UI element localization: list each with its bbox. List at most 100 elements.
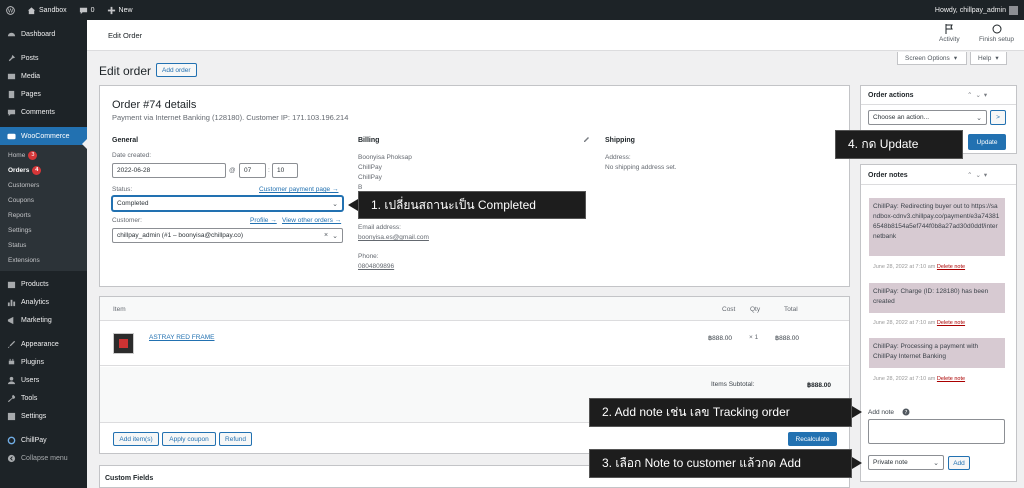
new-content-link[interactable]: New [101,0,139,20]
screen-options-button[interactable]: Screen Options ▾ [897,52,967,65]
divider [861,104,1016,105]
no-shipping-text: No shipping address set. [605,164,677,171]
date-created-input[interactable]: 2022-06-28 [112,163,226,178]
phone-link[interactable]: 0804809896 [358,262,394,272]
product-thumbnail [113,333,134,354]
submenu-settings[interactable]: Settings [0,223,87,238]
menu-media[interactable]: Media [0,67,87,85]
menu-posts[interactable]: Posts [0,49,87,67]
menu-comments[interactable]: Comments [0,103,87,121]
woocommerce-icon [7,133,16,139]
general-heading: General [112,137,139,144]
archive-icon [7,281,16,288]
menu-appearance[interactable]: Appearance [0,335,87,353]
menu-media-label: Media [21,72,41,80]
delete-note-link[interactable]: Delete note [937,376,965,382]
site-name-link[interactable]: Sandbox [21,0,73,20]
finish-setup-button[interactable]: Finish setup [979,24,1014,43]
menu-products-label: Products [21,280,49,288]
billing-name: Boonyisa Phoksap [358,154,412,161]
email-link[interactable]: boonyisa.es@gmail.com [358,233,429,243]
collapse-menu-button[interactable]: Collapse menu [0,449,87,467]
activity-label: Activity [939,36,960,43]
order-note: ChillPay: Processing a payment with Chil… [869,338,1005,368]
menu-users-label: Users [21,376,40,384]
submenu-orders[interactable]: Orders 4 [0,163,87,178]
menu-tools[interactable]: Tools [0,389,87,407]
submenu-reports[interactable]: Reports [0,208,87,223]
qty-column-header: Qty [750,306,761,313]
menu-woocommerce[interactable]: WooCommerce [0,127,87,145]
panel-toggle-icons[interactable]: ⌃⌄▾ [967,91,990,99]
view-other-orders-link[interactable]: View other orders → [282,217,341,224]
help-tip-icon[interactable]: ? [902,408,910,416]
submenu-home[interactable]: Home 3 [0,148,87,163]
profile-link[interactable]: Profile → [250,217,277,224]
items-subtotal-value: ฿888.00 [807,382,832,389]
delete-note-link[interactable]: Delete note [937,320,965,326]
flag-icon [945,24,953,34]
add-order-button[interactable]: Add order [156,63,197,77]
help-button[interactable]: Help ▾ [970,52,1007,65]
add-note-textarea[interactable] [868,419,1005,444]
comment-bubble-icon [79,7,87,14]
clear-x-icon[interactable]: × [324,232,328,239]
menu-settings[interactable]: Settings [0,407,87,425]
add-note-button[interactable]: Add [948,456,970,470]
dashboard-icon [7,32,16,36]
menu-plugins[interactable]: Plugins [0,353,87,371]
wp-logo-button[interactable]: W [0,0,21,20]
paintbrush-icon [7,340,16,348]
comments-link[interactable]: 0 [73,0,101,20]
woocommerce-header: Edit Order Activity Finish setup [87,20,1024,51]
hour-input[interactable]: 07 [239,163,266,178]
header-title: Edit Order [108,31,143,40]
status-select[interactable]: Completed ⌄ [112,196,343,211]
menu-analytics[interactable]: Analytics [0,293,87,311]
caret-down-icon: ▾ [953,55,958,62]
apply-action-button[interactable]: > [990,110,1006,125]
order-action-select[interactable]: Choose an action... ⌄ [868,110,987,125]
refund-button[interactable]: Refund [219,432,252,446]
add-items-button[interactable]: Add item(s) [113,432,159,446]
minute-input[interactable]: 10 [272,163,298,178]
finish-setup-label: Finish setup [979,36,1015,43]
svg-text:W: W [8,8,14,14]
avatar [1009,5,1018,15]
menu-chillpay[interactable]: ChillPay [0,431,87,449]
my-account-link[interactable]: Howdy, chillpay_admin [929,0,1024,20]
activity-button[interactable]: Activity [939,24,960,43]
pencil-icon[interactable] [583,136,590,143]
table-row [100,322,849,366]
address-label: Address: [605,154,631,161]
help-label: Help [978,54,992,62]
recalculate-button[interactable]: Recalculate [788,432,837,446]
submenu-status-label: Status [8,242,27,249]
panel-toggle-icons[interactable]: ⌃⌄▾ [967,171,990,179]
settings-icon [7,412,16,420]
menu-users[interactable]: Users [0,371,87,389]
menu-products[interactable]: Products [0,275,87,293]
callout-arrow [348,199,358,211]
update-button[interactable]: Update [968,134,1006,150]
product-name-link[interactable]: ASTRAY RED FRAME [149,334,215,341]
menu-dashboard[interactable]: Dashboard [0,25,87,43]
items-subtotal-label: Items Subtotal: [711,381,755,388]
menu-pages[interactable]: Pages [0,85,87,103]
customer-payment-page-link[interactable]: Customer payment page → [259,186,338,193]
submenu-status[interactable]: Status [0,238,87,253]
note-type-select[interactable]: Private note ⌄ [868,455,944,470]
apply-coupon-button[interactable]: Apply coupon [162,432,216,446]
admin-bar: W Sandbox 0 New Howdy, chillpay_admin [0,0,1024,20]
note-meta: June 28, 2022 at 7:10 am Delete note [873,320,965,326]
menu-marketing[interactable]: Marketing [0,311,87,329]
submenu-customers[interactable]: Customers [0,178,87,193]
menu-settings-label: Settings [21,412,47,420]
user-icon [7,376,16,384]
submenu-extensions[interactable]: Extensions [0,253,87,268]
plug-icon [8,358,15,364]
billing-company: ChillPay [358,164,382,171]
customer-select[interactable]: chillpay_admin (#1 – boonyisa@chillpay.c… [112,228,343,243]
submenu-coupons[interactable]: Coupons [0,193,87,208]
delete-note-link[interactable]: Delete note [937,264,965,270]
